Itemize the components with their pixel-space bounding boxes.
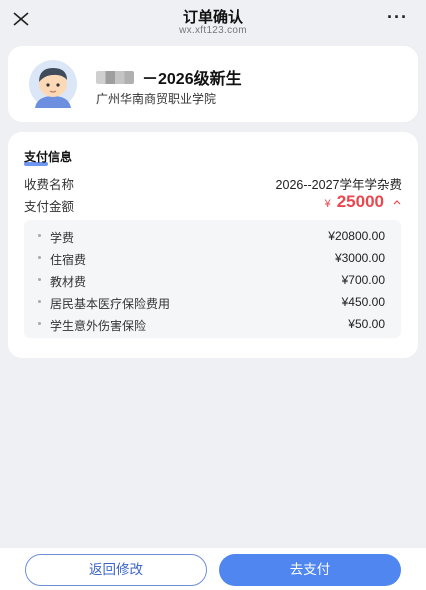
- bullet-icon: [38, 256, 41, 259]
- amount-toggle[interactable]: ¥ 25000: [325, 192, 402, 212]
- fee-breakdown-list: 学费 ¥20800.00 住宿费 ¥3000.00 教材费 ¥700.00 居民…: [24, 220, 401, 338]
- student-profile-card: －2026级新生 广州华南商贸职业学院: [8, 46, 418, 122]
- bullet-icon: [38, 300, 41, 303]
- list-item: 教材费 ¥700.00: [24, 270, 401, 290]
- list-item: 住宿费 ¥3000.00: [24, 248, 401, 268]
- school-name: 广州华南商贸职业学院: [96, 92, 217, 106]
- payment-info-card: 支付信息 收费名称 2026--2027学年学杂费 支付金额 ¥ 25000 学…: [8, 132, 418, 358]
- fee-item-label: 教材费: [50, 275, 87, 289]
- page-url: wx.xft123.com: [179, 25, 247, 36]
- fee-item-label: 居民基本医疗保险费用: [50, 297, 171, 311]
- fee-item-value: ¥700.00: [341, 273, 385, 287]
- fee-item-value: ¥50.00: [348, 317, 385, 331]
- bullet-icon: [38, 278, 41, 281]
- more-menu-icon[interactable]: ···: [387, 8, 408, 26]
- currency-symbol: ¥: [324, 198, 331, 210]
- pay-button[interactable]: 去支付: [219, 554, 401, 586]
- blurred-name: [96, 70, 134, 84]
- list-item: 学费 ¥20800.00: [24, 226, 401, 246]
- fee-item-value: ¥450.00: [341, 295, 385, 309]
- student-name-row: －2026级新生: [96, 65, 242, 89]
- top-navigation-bar: 订单确认 wx.xft123.com ···: [0, 0, 426, 40]
- fee-name-label: 收费名称: [24, 178, 75, 192]
- fee-item-label: 学费: [50, 231, 75, 245]
- back-modify-button[interactable]: 返回修改: [25, 554, 207, 586]
- fee-item-label: 学生意外伤害保险: [50, 319, 147, 333]
- section-title: 支付信息: [24, 150, 73, 164]
- list-item: 居民基本医疗保险费用 ¥450.00: [24, 292, 401, 312]
- fee-item-value: ¥20800.00: [328, 229, 385, 243]
- fee-item-label: 住宿费: [50, 253, 87, 267]
- bullet-icon: [38, 322, 41, 325]
- bullet-icon: [38, 234, 41, 237]
- page-title: 订单确认: [182, 9, 243, 26]
- chevron-up-icon[interactable]: [392, 197, 402, 207]
- fee-item-value: ¥3000.00: [334, 251, 385, 265]
- student-grade: －2026级新生: [142, 71, 242, 88]
- fee-name-value: 2026--2027学年学杂费: [275, 178, 402, 192]
- bottom-action-bar: 返回修改 去支付: [0, 548, 426, 590]
- list-item: 学生意外伤害保险 ¥50.00: [24, 314, 401, 334]
- avatar: [29, 60, 77, 108]
- amount-value: 25000: [336, 192, 384, 211]
- amount-label: 支付金额: [24, 200, 75, 214]
